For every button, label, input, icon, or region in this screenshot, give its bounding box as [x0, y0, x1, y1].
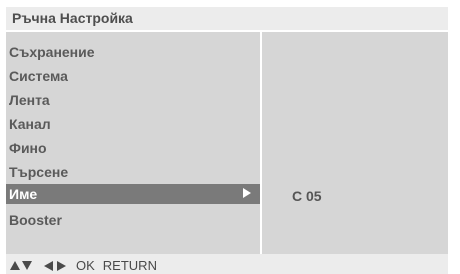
title-bar: Ръчна Настройка — [6, 7, 448, 32]
menu-item-name[interactable]: Име — [6, 184, 260, 204]
menu-item-band[interactable]: Лента — [6, 90, 260, 110]
left-arrow-icon — [44, 260, 53, 271]
page-title: Ръчна Настройка — [12, 10, 133, 26]
menu-item-label: Име — [9, 186, 38, 202]
menu-item-label: Фино — [9, 140, 47, 156]
menu-item-save[interactable]: Съхранение — [6, 42, 260, 62]
return-hint: RETURN — [102, 258, 157, 273]
channel-name-value: C 05 — [292, 188, 322, 204]
menu-item-channel[interactable]: Канал — [6, 114, 260, 134]
ok-hint: OK — [76, 258, 95, 273]
menu-item-label: Канал — [9, 116, 51, 132]
menu-item-label: Търсене — [9, 164, 69, 180]
menu-item-label: Booster — [9, 212, 62, 228]
menu-item-label: Лента — [9, 92, 50, 108]
right-arrow-icon — [57, 260, 66, 271]
menu-item-label: Система — [9, 68, 68, 84]
manual-tuning-screen: Ръчна Настройка Съхранение Система Лента… — [0, 0, 460, 274]
menu-panel: Съхранение Система Лента Канал Фино Търс… — [6, 32, 260, 254]
menu-item-fine[interactable]: Фино — [6, 138, 260, 158]
menu-item-label: Съхранение — [9, 44, 95, 60]
detail-panel: C 05 — [262, 32, 448, 254]
key-hint-bar: OK RETURN — [6, 254, 448, 274]
down-arrow-icon — [22, 261, 32, 270]
right-arrow-icon — [243, 188, 251, 198]
up-arrow-icon — [10, 261, 20, 270]
menu-item-search[interactable]: Търсене — [6, 162, 260, 182]
menu-item-booster[interactable]: Booster — [6, 210, 260, 230]
key-hints: OK RETURN — [10, 258, 165, 273]
menu-item-system[interactable]: Система — [6, 66, 260, 86]
